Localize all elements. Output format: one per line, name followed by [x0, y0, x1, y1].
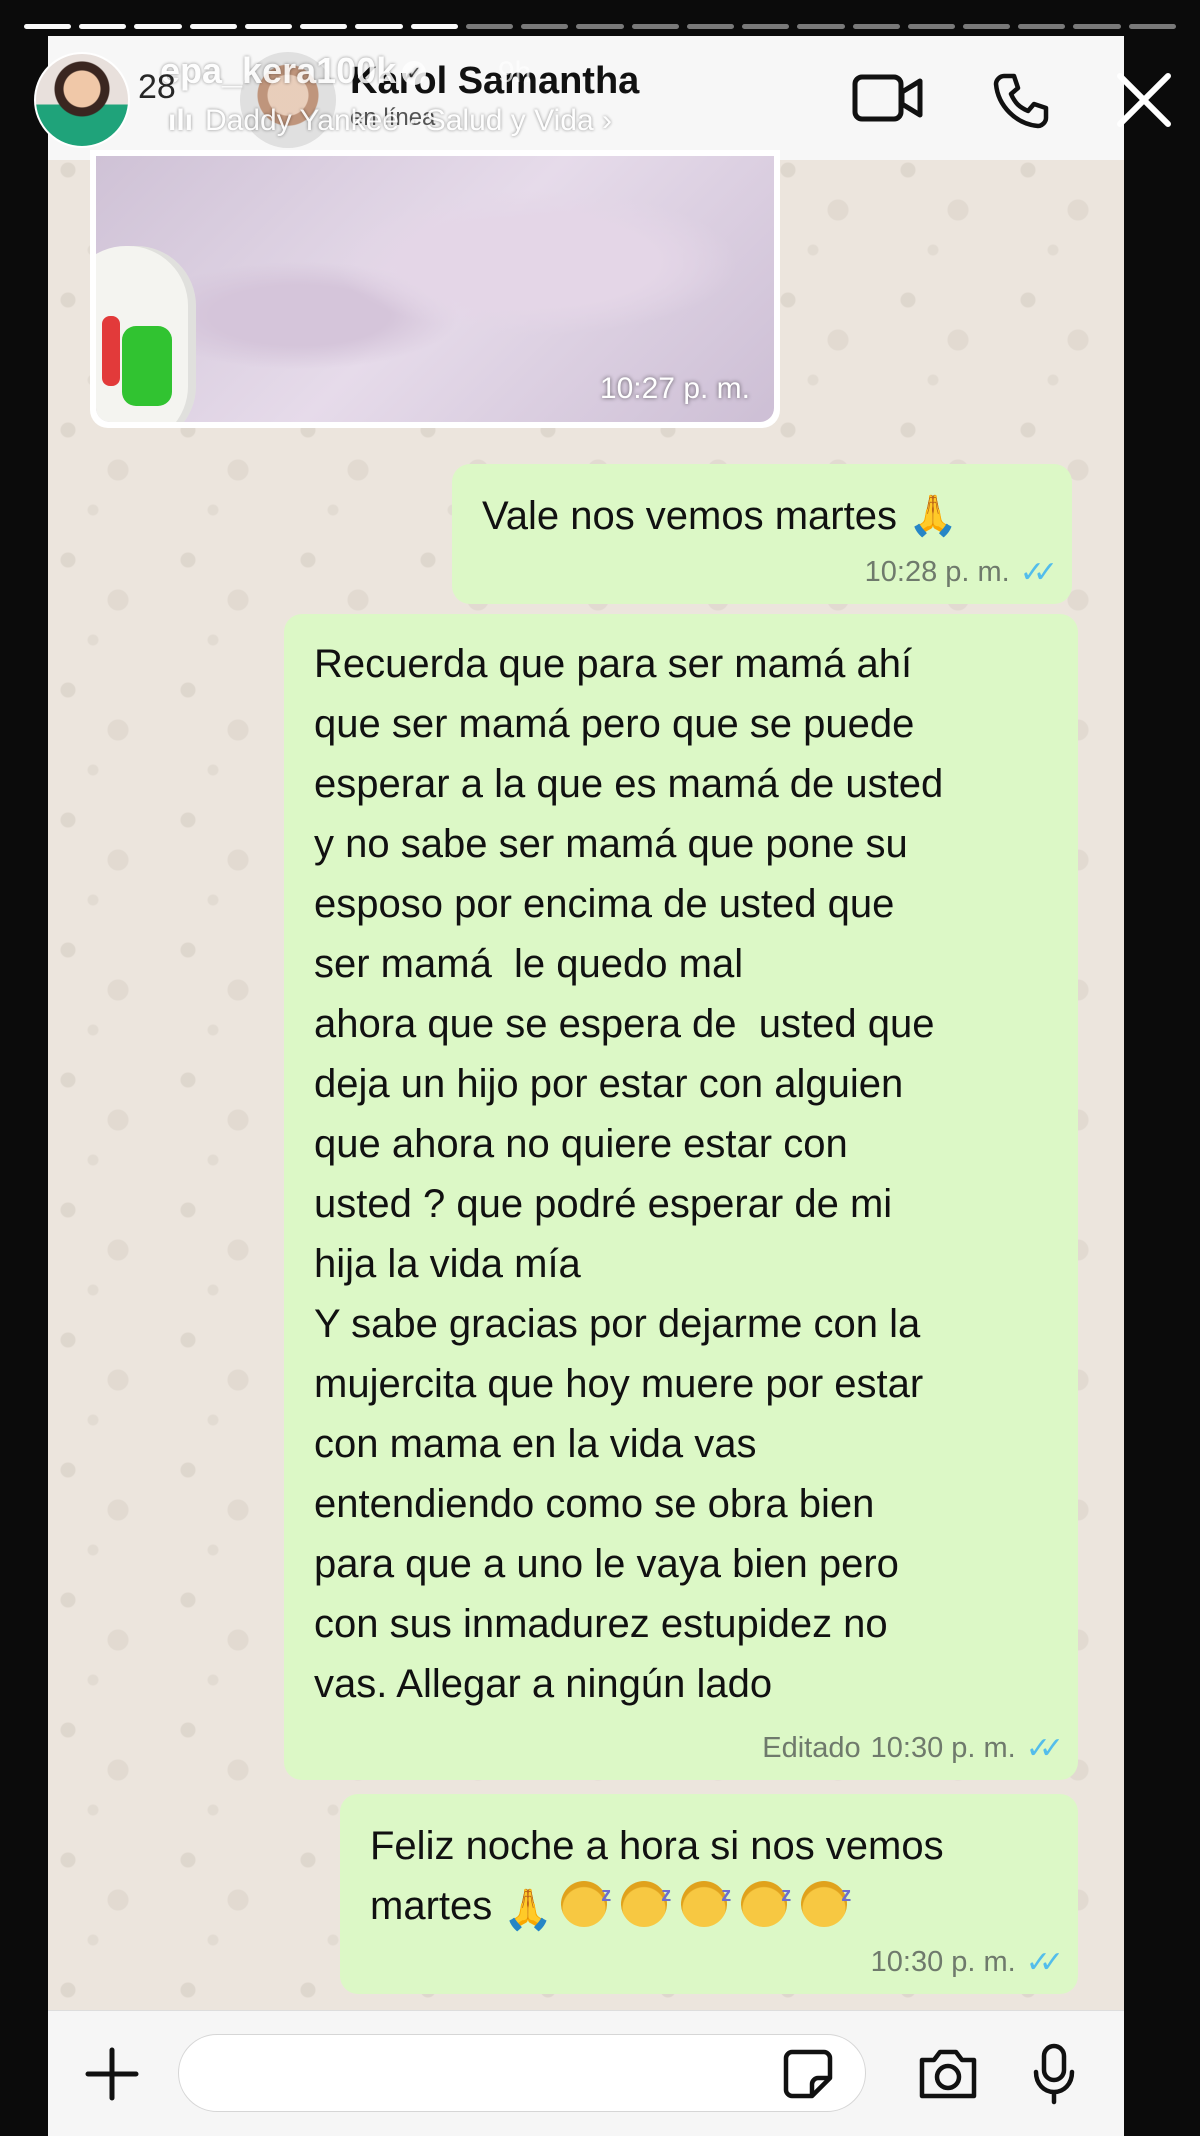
verified-badge-icon: ✓ [402, 61, 427, 86]
sleeping-emoji-icon [801, 1865, 851, 1927]
camera-icon[interactable] [916, 2046, 980, 2102]
outgoing-message[interactable]: Feliz noche a hora si nos vemos martes 🙏… [340, 1794, 1078, 1994]
video-camera-icon[interactable] [852, 72, 924, 124]
image-message-photo[interactable]: 10:27 p. m. [96, 156, 774, 422]
sleeping-emoji-icon [561, 1865, 611, 1927]
message-time: 10:27 p. m. [599, 372, 750, 405]
sleeping-emoji-icon [741, 1865, 791, 1927]
message-time: 10:28 p. m. [864, 556, 1010, 588]
back-count: 28 [138, 68, 176, 106]
microphone-icon[interactable] [1030, 2042, 1078, 2106]
message-meta: Editado 10:30 p. m. ✓✓ [762, 1731, 1064, 1766]
image-message[interactable]: 10:27 p. m. [90, 150, 780, 428]
message-time: 10:30 p. m. [870, 1732, 1016, 1764]
close-icon[interactable] [1114, 70, 1174, 130]
outgoing-message[interactable]: Recuerda que para ser mamá ahí que ser m… [284, 614, 1078, 1780]
story-time: 9h [498, 56, 532, 89]
message-input[interactable] [178, 2034, 866, 2112]
message-text: Recuerda que para ser mamá ahí que ser m… [314, 642, 944, 1706]
read-ticks-icon: ✓✓ [1025, 1946, 1064, 1979]
message-text: Vale nos vemos martes 🙏 [482, 494, 958, 538]
phone-icon[interactable] [990, 70, 1050, 130]
story-progress [24, 24, 1176, 29]
edited-label: Editado [762, 1732, 861, 1764]
story-viewer: Karol Samantha en línea epa_kera100k ✓ 9h… [0, 0, 1200, 2136]
read-ticks-icon: ✓✓ [1019, 556, 1058, 589]
sleeping-emoji-icon [621, 1865, 671, 1927]
read-ticks-icon: ✓✓ [1025, 1732, 1064, 1765]
sleeping-emoji-icon [681, 1865, 731, 1927]
pray-emoji-icon: 🙏 [503, 1888, 554, 1932]
story-user-avatar[interactable] [34, 52, 130, 148]
plus-icon[interactable] [84, 2046, 140, 2102]
message-time: 10:30 p. m. [870, 1946, 1016, 1978]
toy-shape [96, 246, 196, 422]
message-meta: 10:30 p. m. ✓✓ [870, 1945, 1065, 1980]
music-bars-icon: ılı [168, 104, 194, 137]
message-meta: 10:28 p. m. ✓✓ [864, 555, 1059, 590]
sticker-icon[interactable] [782, 2048, 834, 2100]
message-text: Feliz noche a hora si nos vemos martes 🙏 [370, 1816, 1048, 1940]
story-username[interactable]: epa_kera100k ✓ [160, 50, 427, 92]
story-music[interactable]: 28 ılı Daddy Yankee · Salud y Vida › [138, 68, 612, 138]
outgoing-message[interactable]: Vale nos vemos martes 🙏 10:28 p. m. ✓✓ [452, 464, 1072, 604]
